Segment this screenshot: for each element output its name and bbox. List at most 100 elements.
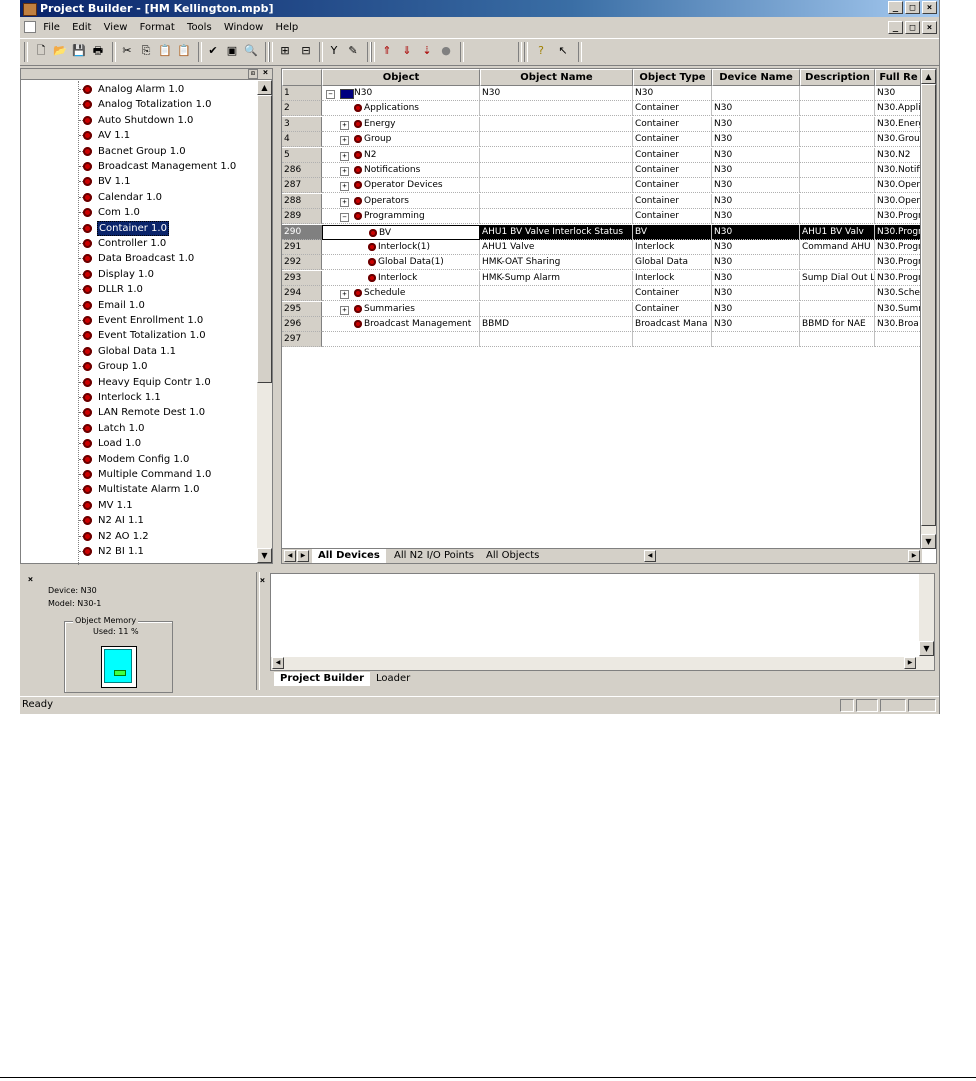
table-row[interactable]: 295 + Summaries Container N30 N30.Summ xyxy=(282,301,922,317)
open-icon[interactable]: 📂 xyxy=(53,44,67,58)
row-number[interactable]: 2 xyxy=(282,101,322,117)
object-cell[interactable]: Applications xyxy=(322,101,480,117)
full-reference-cell[interactable]: N30.Progr xyxy=(875,255,922,271)
object-cell[interactable]: Interlock xyxy=(322,270,480,286)
tree-scrollbar[interactable]: ▲ ▼ xyxy=(257,80,272,563)
object-type-cell[interactable]: Container xyxy=(633,209,712,225)
hscroll-right-icon[interactable]: ▶ xyxy=(908,550,920,562)
device-name-cell[interactable]: N30 xyxy=(712,147,800,163)
object-type-cell[interactable]: Interlock xyxy=(633,240,712,255)
table-row[interactable]: 3 + Energy Container N30 N30.Energ xyxy=(282,116,922,132)
tab-prev-icon[interactable]: ◀ xyxy=(284,550,296,562)
table-row[interactable]: 297 xyxy=(282,332,922,348)
object-type-cell[interactable]: Container xyxy=(633,101,712,117)
device-name-cell[interactable]: N30 xyxy=(712,193,800,209)
expand-icon[interactable]: + xyxy=(340,136,349,146)
new-icon[interactable]: 🗋 xyxy=(34,44,48,58)
paste-special-icon[interactable]: 📋 xyxy=(177,44,191,58)
expand-icon[interactable]: + xyxy=(340,197,349,207)
full-reference-cell[interactable] xyxy=(875,332,922,348)
scroll-down-icon[interactable]: ▼ xyxy=(921,534,936,549)
tab-all-objects[interactable]: All Objects xyxy=(480,549,546,563)
menu-format[interactable]: Format xyxy=(140,22,175,33)
grid-corner[interactable] xyxy=(282,69,322,86)
copy-icon[interactable]: ⎘ xyxy=(139,44,153,58)
cut-icon[interactable]: ✂ xyxy=(120,44,134,58)
expand-icon[interactable]: + xyxy=(340,120,349,130)
row-number[interactable]: 1 xyxy=(282,86,322,101)
scroll-up-icon[interactable]: ▲ xyxy=(921,69,936,84)
scroll-thumb[interactable] xyxy=(921,84,936,526)
download-icon[interactable]: ⇓ xyxy=(400,44,414,58)
full-reference-cell[interactable]: N30.Grou xyxy=(875,132,922,148)
row-number[interactable]: 294 xyxy=(282,286,322,302)
full-reference-cell[interactable]: N30.Progr xyxy=(875,209,922,225)
object-name-cell[interactable] xyxy=(480,116,633,132)
row-number[interactable]: 5 xyxy=(282,147,322,163)
object-name-cell[interactable]: AHU1 BV Valve Interlock Status xyxy=(480,224,633,240)
description-cell[interactable] xyxy=(800,101,875,117)
object-name-cell[interactable] xyxy=(480,132,633,148)
object-name-cell[interactable]: N30 xyxy=(480,86,633,101)
scroll-down-icon[interactable]: ▼ xyxy=(257,548,272,563)
pane-splitter[interactable] xyxy=(256,572,260,690)
full-reference-cell[interactable]: N30.Appli xyxy=(875,101,922,117)
title-bar[interactable]: Project Builder - [HM Kellington.mpb] _ … xyxy=(20,0,939,17)
full-reference-cell[interactable]: N30.Energ xyxy=(875,116,922,132)
table-row[interactable]: 290 BV AHU1 BV Valve Interlock Status BV N30… xyxy=(282,224,922,240)
full-reference-cell[interactable]: N30.Oper xyxy=(875,193,922,209)
object-cell[interactable]: + Notifications xyxy=(322,163,480,178)
row-number[interactable]: 287 xyxy=(282,178,322,194)
paste-icon[interactable]: 📋 xyxy=(158,44,172,58)
column-header[interactable]: Device Name xyxy=(712,69,800,86)
table-row[interactable]: 291 Interlock(1) AHU1 Valve Interlock N30 Com… xyxy=(282,240,922,255)
object-name-cell[interactable]: HMK-OAT Sharing xyxy=(480,255,633,271)
object-type-cell[interactable]: Container xyxy=(633,163,712,178)
full-reference-cell[interactable]: N30.Progr xyxy=(875,270,922,286)
upload-icon[interactable]: ⇑ xyxy=(380,44,394,58)
table-row[interactable]: 288 + Operators Container N30 N30.Oper xyxy=(282,193,922,209)
description-cell[interactable] xyxy=(800,332,875,348)
device-name-cell[interactable]: N30 xyxy=(712,255,800,271)
add-object-icon[interactable]: ⊞ xyxy=(278,44,292,58)
menu-window[interactable]: Window xyxy=(224,22,263,33)
object-cell[interactable]: Interlock(1) xyxy=(322,240,480,255)
context-help-icon[interactable]: ↖ xyxy=(556,44,570,58)
object-cell[interactable]: + Summaries xyxy=(322,301,480,317)
object-cell[interactable]: + Schedule xyxy=(322,286,480,302)
table-row[interactable]: 292 Global Data(1) HMK-OAT Sharing Global D… xyxy=(282,255,922,271)
full-reference-cell[interactable]: N30.Oper xyxy=(875,178,922,194)
tab-project-builder[interactable]: Project Builder xyxy=(274,672,370,686)
output-text-area[interactable]: ▼ ◀ ▶ xyxy=(270,573,935,671)
object-cell[interactable]: + N2 xyxy=(322,147,480,163)
object-cell[interactable]: + Energy xyxy=(322,116,480,132)
device-name-cell[interactable]: N30 xyxy=(712,132,800,148)
device-name-cell[interactable]: N30 xyxy=(712,270,800,286)
description-cell[interactable] xyxy=(800,193,875,209)
object-type-cell[interactable]: BV xyxy=(633,224,712,240)
tab-all-devices[interactable]: All Devices xyxy=(312,549,386,563)
row-number[interactable]: 293 xyxy=(282,270,322,286)
output-scrollbar[interactable]: ▼ xyxy=(919,574,934,670)
table-row[interactable]: 2 Applications Container N30 N30.Appli xyxy=(282,101,922,117)
menu-file[interactable]: File xyxy=(43,22,60,33)
row-number[interactable]: 4 xyxy=(282,132,322,148)
collapse-icon[interactable]: − xyxy=(340,213,349,223)
description-cell[interactable] xyxy=(800,301,875,317)
expand-icon[interactable]: + xyxy=(340,305,349,315)
object-type-cell[interactable]: Container xyxy=(633,193,712,209)
description-cell[interactable] xyxy=(800,86,875,101)
doc-restore-button[interactable]: □ xyxy=(905,21,920,34)
tab-loader[interactable]: Loader xyxy=(370,672,417,686)
description-cell[interactable] xyxy=(800,132,875,148)
row-number[interactable]: 3 xyxy=(282,116,322,132)
description-cell[interactable] xyxy=(800,116,875,132)
table-row[interactable]: 289 − Programming Container N30 N30.Progr xyxy=(282,209,922,225)
object-cell[interactable]: − Programming xyxy=(322,209,480,225)
object-name-cell[interactable] xyxy=(480,163,633,178)
row-number[interactable]: 286 xyxy=(282,163,322,178)
hscroll-left-icon[interactable]: ◀ xyxy=(644,550,656,562)
collapse-icon[interactable]: − xyxy=(326,90,335,99)
row-number[interactable]: 292 xyxy=(282,255,322,271)
menu-tools[interactable]: Tools xyxy=(187,22,212,33)
